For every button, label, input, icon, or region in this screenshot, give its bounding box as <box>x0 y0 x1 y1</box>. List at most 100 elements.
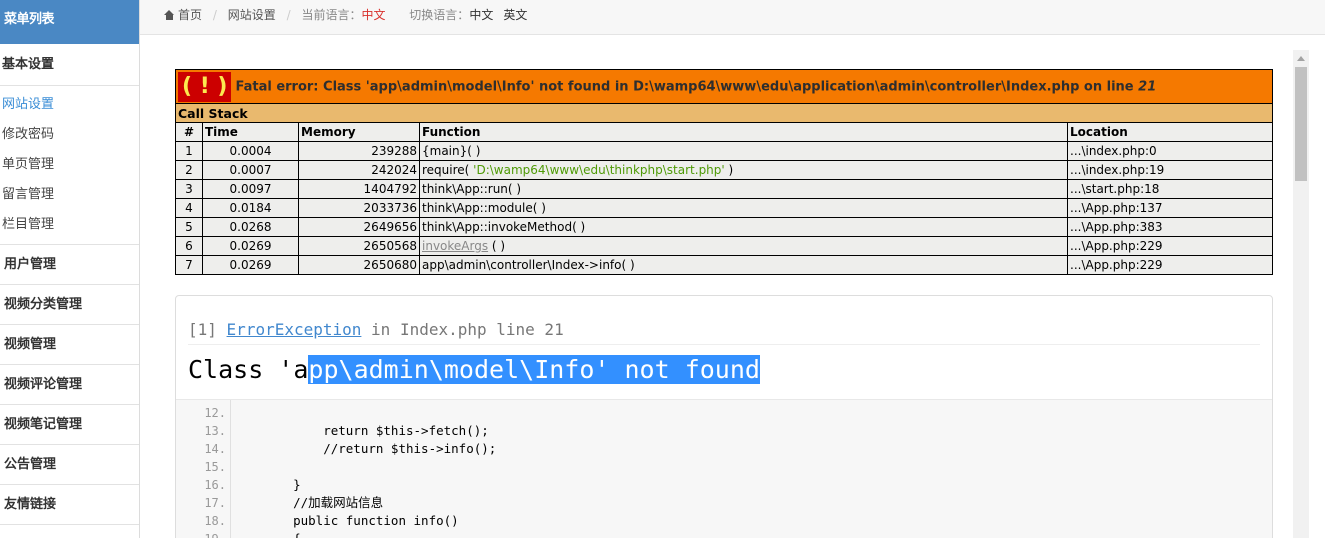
table-row: 3 0.0097 1404792 think\App::run( ) ...\s… <box>175 179 1273 199</box>
line-number: 13. <box>204 424 226 438</box>
line-number: 17. <box>204 496 226 510</box>
row-location: ...\index.php:19 <box>1067 160 1273 180</box>
row-memory: 2650680 <box>298 255 420 275</box>
row-function: require( 'D:\wamp64\www\edu\thinkphp\sta… <box>419 160 1068 180</box>
code-line: 15. <box>176 458 1272 476</box>
row-index: 7 <box>175 255 203 275</box>
function-close: ( ) <box>488 239 506 253</box>
vertical-scrollbar[interactable] <box>1293 50 1309 538</box>
fatal-error-message: Fatal error: Class 'app\admin\model\Info… <box>235 79 1139 94</box>
column-header-time: Time <box>202 122 299 142</box>
sidebar-header: 菜单列表 <box>0 0 139 44</box>
column-header-function: Function <box>419 122 1068 142</box>
switch-language-label: 切换语言： <box>409 8 470 22</box>
sidebar-group-video-comments[interactable]: 视频评论管理 <box>0 365 139 405</box>
exception-message[interactable]: Class 'app\admin\model\Info' not found <box>188 355 760 384</box>
code-line: 16. } <box>176 476 1272 494</box>
exception-index: [1] <box>188 320 217 339</box>
sidebar-group-video-categories[interactable]: 视频分类管理 <box>0 285 139 325</box>
function-doc-link[interactable]: invokeArgs <box>422 239 488 253</box>
row-location: ...\App.php:383 <box>1067 217 1273 237</box>
selected-text: pp\admin\model\Info' not found <box>308 355 760 384</box>
line-number: 18. <box>204 514 226 528</box>
fatal-error-line: 21 <box>1138 79 1157 94</box>
code-line: 18. public function info() <box>176 512 1272 530</box>
code-text: return $this->fetch(); <box>263 423 489 438</box>
sidebar-group-announcements[interactable]: 公告管理 <box>0 445 139 485</box>
row-time: 0.0269 <box>202 255 299 275</box>
row-function: app\admin\controller\Index->info( ) <box>419 255 1068 275</box>
column-header-memory: Memory <box>298 122 420 142</box>
sidebar-item-change-password[interactable]: 修改密码 <box>0 120 139 150</box>
code-text: //return $this->info(); <box>263 441 497 456</box>
exception-location: in Index.php line 21 <box>361 320 564 339</box>
row-time: 0.0007 <box>202 160 299 180</box>
fatal-error-row: ( ! ) Fatal error: Class 'app\admin\model… <box>175 69 1273 104</box>
row-location: ...\index.php:0 <box>1067 141 1273 161</box>
exception-panel: [1] ErrorException in Index.php line 21 … <box>175 295 1273 538</box>
column-header-location: Location <box>1067 122 1273 142</box>
error-icon: ( ! ) <box>178 71 232 102</box>
scroll-up-arrow-icon[interactable] <box>1297 56 1305 61</box>
divider <box>188 344 1260 345</box>
sidebar-group-videos[interactable]: 视频管理 <box>0 325 139 365</box>
row-memory: 242024 <box>298 160 420 180</box>
app-root: 菜单列表 基本设置 网站设置 修改密码 单页管理 留言管理 栏目管理 用户管理 … <box>0 0 1325 538</box>
sidebar-group-video-notes[interactable]: 视频笔记管理 <box>0 405 139 445</box>
call-stack-title-row: Call Stack <box>175 103 1273 123</box>
sidebar-submenu: 网站设置 修改密码 单页管理 留言管理 栏目管理 <box>0 86 139 245</box>
line-number: 12. <box>204 406 226 420</box>
table-row: 6 0.0269 2650568 invokeArgs ( ) ...\App.… <box>175 236 1273 256</box>
current-language-value: 中文 <box>361 8 386 22</box>
scrollbar-thumb[interactable] <box>1295 67 1307 181</box>
breadcrumb-page-link[interactable]: 网站设置 <box>228 8 276 22</box>
sidebar-group-users[interactable]: 用户管理 <box>0 245 139 285</box>
breadcrumb-separator: / <box>286 8 291 22</box>
table-row: 2 0.0007 242024 require( 'D:\wamp64\www\… <box>175 160 1273 180</box>
table-row: 1 0.0004 239288 {main}( ) ...\index.php:… <box>175 141 1273 161</box>
row-index: 2 <box>175 160 203 180</box>
table-row: 4 0.0184 2033736 think\App::module( ) ..… <box>175 198 1273 218</box>
exception-message-text: Class 'a <box>188 355 309 384</box>
row-location: ...\App.php:137 <box>1067 198 1273 218</box>
line-number: 19. <box>176 530 226 538</box>
language-option-english[interactable]: 英文 <box>503 8 527 22</box>
row-index: 5 <box>175 217 203 237</box>
row-index: 1 <box>175 141 203 161</box>
language-option-chinese[interactable]: 中文 <box>469 8 493 22</box>
line-number: 16. <box>204 478 226 492</box>
sidebar-item-messages[interactable]: 留言管理 <box>0 180 139 210</box>
row-location: ...\App.php:229 <box>1067 255 1273 275</box>
row-time: 0.0097 <box>202 179 299 199</box>
sidebar-item-single-page[interactable]: 单页管理 <box>0 150 139 180</box>
row-function: think\App::invokeMethod( ) <box>419 217 1068 237</box>
sidebar-item-columns[interactable]: 栏目管理 <box>0 210 139 240</box>
sidebar-item-site-settings[interactable]: 网站设置 <box>0 90 139 120</box>
row-memory: 1404792 <box>298 179 420 199</box>
function-close: ) <box>724 163 734 177</box>
row-function: think\App::module( ) <box>419 198 1068 218</box>
code-text: } <box>263 477 301 492</box>
sidebar-group-basic-settings[interactable]: 基本设置 <box>0 44 139 86</box>
row-function: invokeArgs ( ) <box>419 236 1068 256</box>
sidebar: 菜单列表 基本设置 网站设置 修改密码 单页管理 留言管理 栏目管理 用户管理 … <box>0 0 140 538</box>
code-line: 19. { <box>176 530 1272 538</box>
row-time: 0.0268 <box>202 217 299 237</box>
code-line: 13. return $this->fetch(); <box>176 422 1272 440</box>
code-line: 17. //加载网站信息 <box>176 494 1272 512</box>
exception-class-link[interactable]: ErrorException <box>227 320 362 339</box>
breadcrumb-home-link[interactable]: 首页 <box>178 8 202 22</box>
sidebar-group-friend-links[interactable]: 友情链接 <box>0 485 139 525</box>
row-function: think\App::run( ) <box>419 179 1068 199</box>
row-memory: 2650568 <box>298 236 420 256</box>
code-line: 14. //return $this->info(); <box>176 440 1272 458</box>
row-location: ...\start.php:18 <box>1067 179 1273 199</box>
row-location: ...\App.php:229 <box>1067 236 1273 256</box>
row-index: 4 <box>175 198 203 218</box>
row-index: 6 <box>175 236 203 256</box>
table-row: 7 0.0269 2650680 app\admin\controller\In… <box>175 255 1273 275</box>
row-time: 0.0184 <box>202 198 299 218</box>
row-memory: 2033736 <box>298 198 420 218</box>
code-text: public function info() <box>263 513 459 528</box>
row-time: 0.0269 <box>202 236 299 256</box>
